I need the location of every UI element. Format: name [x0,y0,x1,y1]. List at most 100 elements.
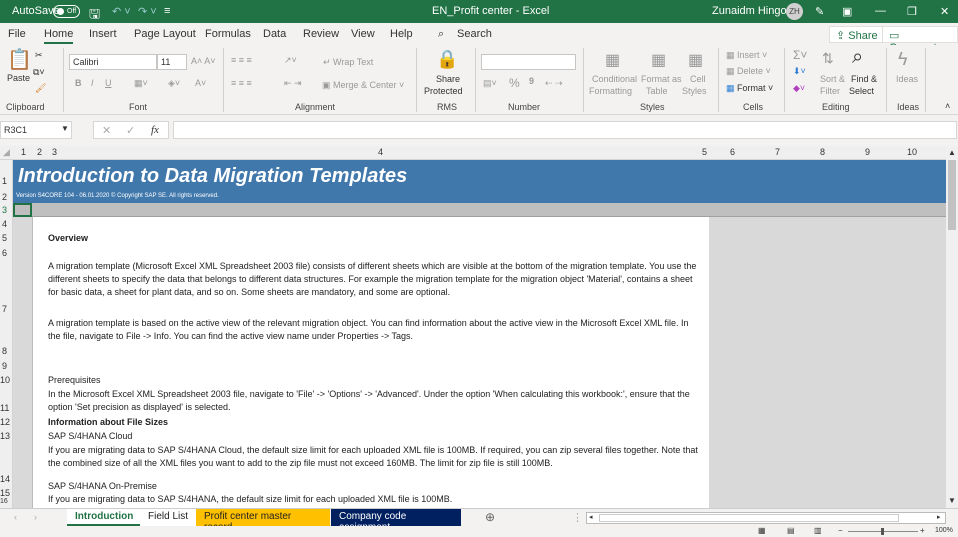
sort-label[interactable]: Sort & [820,74,845,84]
comma-button[interactable]: 9 [529,76,534,86]
column-header[interactable]: 6 [730,147,735,157]
fill-color-icon[interactable]: ◈˅ [168,78,180,89]
conditional-formatting-label[interactable]: Conditional [592,74,637,84]
normal-view-icon[interactable]: ▦ [758,526,766,535]
row-header[interactable]: 5 [2,233,7,243]
horizontal-scroll-thumb[interactable] [599,514,899,522]
copy-icon[interactable]: ⧉˅ [33,67,45,78]
redo-icon[interactable]: ↷ ˅ [138,5,157,18]
row-header[interactable]: 3 [2,205,7,215]
tab-scroll-right-icon[interactable]: › [34,512,37,522]
tab-review[interactable]: Review [303,28,339,40]
cell-styles-label[interactable]: Cell [690,74,706,84]
scroll-right-icon[interactable]: ▸ [937,513,941,521]
ribbon-display-icon[interactable]: ▣ [842,5,852,18]
font-size-select[interactable]: 11 [157,54,187,70]
tab-insert[interactable]: Insert [89,28,117,40]
ideas-button[interactable]: Ideas [896,74,918,84]
close-icon[interactable]: ✕ [940,5,949,18]
name-box-dropdown-icon[interactable]: ▼ [61,124,69,133]
tab-formulas[interactable]: Formulas [205,28,251,40]
row-header[interactable]: 15 [0,488,10,498]
percent-button[interactable]: % [509,76,520,90]
fill-icon[interactable]: ⬇˅ [793,66,806,77]
tab-data[interactable]: Data [263,28,286,40]
conditional-formatting-icon[interactable]: ▦ [605,50,620,70]
page-layout-view-icon[interactable]: ▤ [787,526,795,535]
selected-cell[interactable] [13,203,32,217]
column-header[interactable]: 1 [21,147,26,157]
column-header[interactable]: 8 [820,147,825,157]
row-header[interactable]: 7 [2,304,7,314]
zoom-level[interactable]: 100% [935,527,953,534]
sheet-tab-profit-center[interactable]: Profit center master record [196,509,330,533]
cell-styles-label2[interactable]: Styles [682,86,707,96]
undo-icon[interactable]: ↶ ˅ [112,5,131,18]
row-header[interactable]: 11 [0,403,9,413]
column-header[interactable]: 9 [865,147,870,157]
zoom-slider-thumb[interactable] [881,528,884,535]
vertical-scrollbar[interactable]: ▲ ▼ [946,146,958,508]
accounting-icon[interactable]: ▤˅ [483,78,497,89]
align-top-icons[interactable]: ≡ ≡ ≡ [231,55,252,65]
autosave-toggle[interactable]: Off [53,5,80,18]
borders-icon[interactable]: ▦˅ [134,78,148,89]
italic-button[interactable]: I [91,78,94,88]
share-protected-label2[interactable]: Protected [424,86,463,96]
tab-help[interactable]: Help [390,28,413,40]
comments-button[interactable]: ▭ Comments [882,26,958,54]
delete-button[interactable]: ▦ Delete ˅ [726,66,771,77]
row-header[interactable]: 16 [0,498,8,505]
zoom-in-icon[interactable]: + [920,526,925,535]
format-table-label[interactable]: Format as [641,74,682,84]
user-name[interactable]: Zunaidm Hingora [712,5,796,17]
font-color-icon[interactable]: A˅ [195,78,206,88]
column-header[interactable]: 4 [378,147,383,157]
underline-button[interactable]: U [105,78,112,88]
clear-icon[interactable]: ◆˅ [793,83,805,94]
column-header[interactable]: 7 [775,147,780,157]
find-icon[interactable]: ⌕ [852,46,863,69]
customize-qat-icon[interactable]: ≡ [164,5,170,17]
row-header[interactable]: 14 [0,474,10,484]
row-header[interactable]: 1 [2,176,7,186]
search-box[interactable]: Search [457,28,492,40]
autosum-icon[interactable]: Σ˅ [793,48,807,62]
sort-filter-icon[interactable]: ⇅ [822,50,834,67]
row-header[interactable]: 4 [2,219,7,229]
tab-view[interactable]: View [351,28,375,40]
align-left-icons[interactable]: ≡ ≡ ≡ [231,78,252,88]
tab-file[interactable]: File [8,28,26,40]
cut-icon[interactable]: ✂ [35,50,43,61]
wrap-text-button[interactable]: ↵ Wrap Text [323,57,373,68]
collapse-ribbon-icon[interactable]: ˄ [945,101,950,111]
conditional-formatting-label2[interactable]: Formatting [589,86,632,96]
tab-page-layout[interactable]: Page Layout [134,28,196,40]
format-table-label2[interactable]: Table [646,86,668,96]
paste-icon[interactable]: 📋 [7,47,32,72]
avatar[interactable]: ZH [786,3,803,20]
splitter-handle[interactable]: ⋮ [572,511,583,524]
share-protected-label[interactable]: Share [436,74,460,84]
sheet-tab-field-list[interactable]: Field List [140,509,197,526]
column-header[interactable]: 10 [907,147,917,157]
enter-icon[interactable]: ✓ [126,124,135,137]
sheet-tab-introduction[interactable]: Introduction [67,509,142,526]
row-header[interactable]: 6 [2,248,7,258]
format-button[interactable]: ▦ Format ˅ [726,83,773,94]
row-header[interactable]: 12 [0,417,10,427]
font-grow-icon[interactable]: A˄ A˅ [191,56,216,66]
row-header[interactable]: 10 [0,375,10,385]
scroll-thumb[interactable] [948,160,956,230]
zoom-out-icon[interactable]: − [838,526,843,535]
share-button[interactable]: ⇪ Share [829,26,885,43]
tab-home[interactable]: Home [44,28,74,44]
insert-function-button[interactable]: fx [151,124,159,136]
select-all-button[interactable]: ◢ [3,147,10,158]
sheet-tab-company-code[interactable]: Company code assignment [331,509,461,533]
format-painter-icon[interactable]: 🖌 [35,83,46,94]
find-label2[interactable]: Select [849,86,874,96]
column-header[interactable]: 2 [37,147,42,157]
minimize-icon[interactable]: — [875,5,886,17]
cancel-icon[interactable]: ✕ [102,124,111,137]
